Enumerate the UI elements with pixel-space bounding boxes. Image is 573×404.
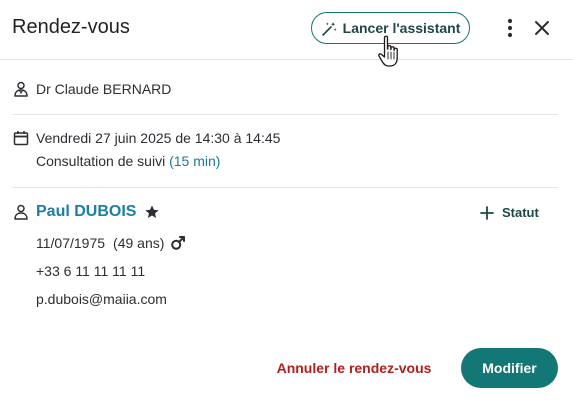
divider [12,187,558,188]
cancel-appointment-button[interactable]: Annuler le rendez-vous [268,352,440,384]
appointment-duration: (15 min) [169,153,221,169]
dialog-header: Rendez-vous Lancer l'assistant [0,0,573,60]
plus-icon [480,205,494,220]
appointment-dialog: Rendez-vous Lancer l'assistant Dr Claude… [0,0,573,404]
appointment-datetime: Vendredi 27 juin 2025 de 14:30 à 14:45 [36,130,281,146]
patient-row: Paul DUBOIS [12,203,160,221]
doctor-row: Dr Claude BERNARD [12,80,171,98]
appointment-type-line: Consultation de suivi (15 min) [36,153,220,169]
patient-email: p.dubois@maiia.com [36,291,167,307]
patient-name-link[interactable]: Paul DUBOIS [36,203,136,221]
magic-wand-icon [321,21,337,36]
person-icon [12,203,30,221]
appointment-date-row: Vendredi 27 juin 2025 de 14:30 à 14:45 [12,129,280,147]
more-options-icon[interactable] [498,16,522,40]
statut-label: Statut [502,205,539,220]
appointment-type: Consultation de suivi [36,153,166,169]
star-icon[interactable] [144,204,160,220]
male-icon [171,236,186,250]
calendar-icon [12,129,30,147]
divider [12,114,558,115]
patient-birthdate: 11/07/1975 [36,235,106,251]
close-icon[interactable] [530,16,554,40]
doctor-icon [12,80,30,98]
hand-pointer-cursor-icon [378,35,398,67]
patient-phone: +33 6 11 11 11 11 [36,263,146,279]
modify-button[interactable]: Modifier [461,348,558,388]
patient-age: (49 ans) [113,235,165,251]
doctor-name: Dr Claude BERNARD [36,81,172,97]
patient-birthdate-row: 11/07/1975 (49 ans) [36,235,186,251]
dialog-title: Rendez-vous [12,16,130,38]
add-statut-button[interactable]: Statut [480,205,539,220]
